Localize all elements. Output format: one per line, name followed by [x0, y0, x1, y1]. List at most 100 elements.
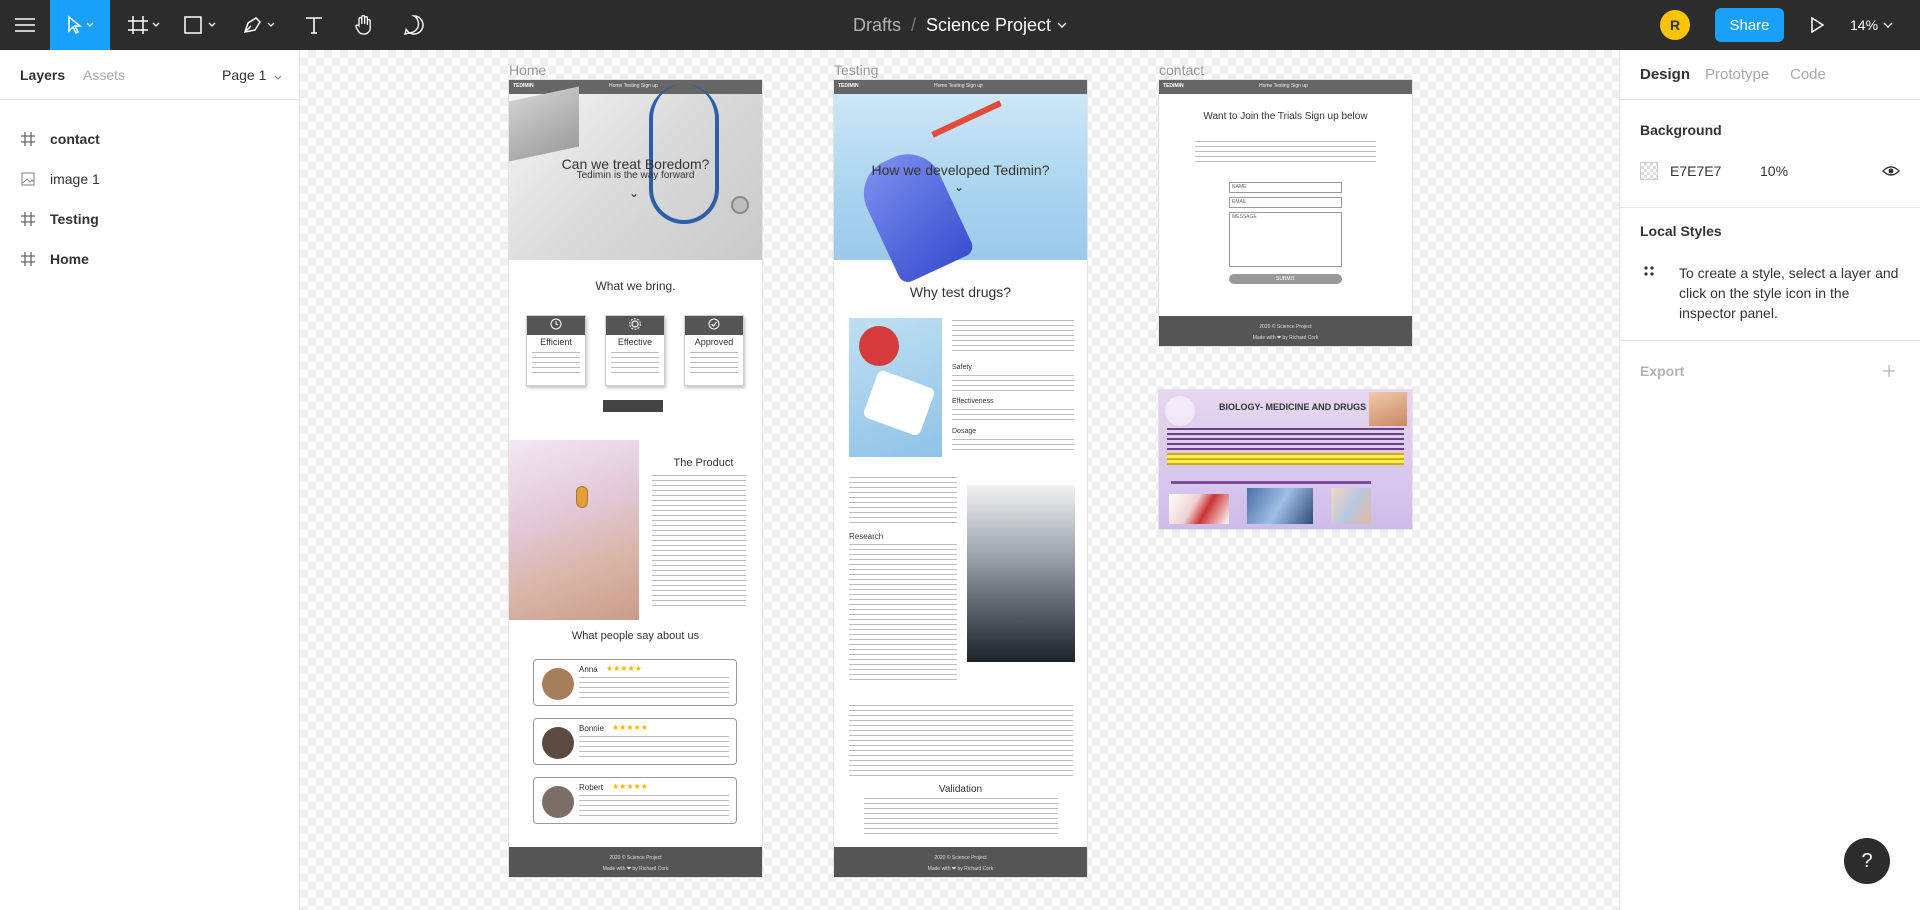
image-1[interactable]: BIOLOGY- MEDICINE AND DRUGS	[1159, 390, 1412, 529]
feature-card-effective: Effective	[605, 315, 665, 386]
frame-icon	[18, 132, 38, 146]
tab-design[interactable]: Design	[1640, 66, 1690, 83]
design-canvas[interactable]: Home TEDIMIN Home Testing Sign up Can we…	[300, 50, 1619, 910]
hero-subtitle: Tedimin is the way forward	[576, 170, 695, 181]
frame-label-testing[interactable]: Testing	[834, 62, 878, 78]
chevron-down-icon[interactable]	[1057, 21, 1067, 29]
validation-title: Validation	[938, 784, 983, 795]
tab-assets[interactable]: Assets	[83, 67, 125, 83]
hamburger-icon	[15, 17, 35, 33]
product-description	[652, 475, 746, 607]
tab-prototype[interactable]: Prototype	[1705, 66, 1769, 83]
text-tool-button[interactable]	[296, 0, 332, 50]
subhead-safety: Safety	[952, 364, 972, 371]
zoom-dropdown[interactable]: 14%	[1850, 0, 1893, 50]
background-opacity-input[interactable]: 10%	[1760, 163, 1788, 179]
breadcrumb: Drafts / Science Project	[0, 0, 1920, 50]
page-selector-label: Page 1	[222, 67, 267, 83]
frame-tool-button[interactable]	[122, 0, 166, 50]
file-title[interactable]: Science Project	[926, 15, 1051, 36]
review-name: Anna	[579, 665, 598, 674]
layer-testing[interactable]: Testing	[0, 199, 300, 239]
site-nav-links: Home Testing Sign up	[1259, 83, 1308, 89]
present-button[interactable]	[1800, 0, 1834, 50]
site-navbar: TEDIMIN Home Testing Sign up	[509, 80, 762, 94]
comment-tool-button[interactable]	[396, 0, 432, 50]
shape-tool-button[interactable]	[178, 0, 222, 50]
bubble-shape	[1165, 396, 1195, 426]
background-color-swatch[interactable]	[1640, 162, 1658, 180]
share-button[interactable]: Share	[1715, 8, 1784, 42]
avatar	[542, 727, 574, 759]
product-title: The Product	[673, 457, 734, 469]
pen-tool-icon	[242, 15, 276, 35]
style-icon	[1642, 264, 1656, 283]
double-chevron-down-icon: ⌄	[954, 180, 965, 194]
site-brand: TEDIMIN	[838, 83, 859, 89]
review-card: Bonnie ★★★★★	[533, 718, 737, 765]
breadcrumb-drafts[interactable]: Drafts	[853, 15, 901, 36]
validation-paragraph	[864, 798, 1058, 838]
frame-tool-icon	[127, 15, 161, 35]
background-section-title: Background	[1640, 122, 1722, 138]
submit-button: SUBMIT	[1229, 274, 1342, 284]
hand-tool-button[interactable]	[346, 0, 382, 50]
gear-icon	[629, 317, 641, 335]
message-field: MESSAGE	[1229, 212, 1342, 267]
layer-home[interactable]: Home	[0, 239, 300, 279]
layer-contact[interactable]: contact	[0, 119, 300, 159]
eye-icon[interactable]	[1882, 164, 1900, 183]
site-brand: TEDIMIN	[513, 83, 534, 89]
feature-title: Effective	[617, 337, 653, 347]
hero-title: How we developed Tedimin?	[871, 162, 1050, 178]
review-stars: ★★★★★	[606, 664, 642, 673]
email-field: EMAIL	[1229, 197, 1342, 208]
background-hex-input[interactable]: E7E7E7	[1670, 163, 1721, 179]
stethoscope-shape	[649, 84, 719, 224]
add-export-icon[interactable]	[1882, 364, 1896, 383]
hand-tool-icon	[353, 14, 375, 36]
footer-credit: Made with ❤ by Richard Cork	[927, 866, 994, 872]
site-navbar: TEDIMIN Home Testing Sign up	[1159, 80, 1412, 94]
laptop-shape	[509, 86, 579, 162]
avatar	[542, 668, 574, 700]
frame-label-contact[interactable]: contact	[1159, 62, 1204, 78]
help-button[interactable]: ?	[1844, 838, 1890, 884]
layers-panel: Layers Assets Page 1 contact image 1 Tes…	[0, 50, 300, 910]
frame-testing[interactable]: TEDIMIN Home Testing Sign up How we deve…	[834, 80, 1087, 877]
footer-credit: Made with ❤ by Richard Cork	[602, 866, 669, 872]
local-styles-hint: To create a style, select a layer and cl…	[1679, 265, 1899, 321]
research-title: Research	[849, 532, 884, 541]
text-tool-icon	[304, 15, 324, 35]
footer-copyright: 2020 © Science Project	[934, 855, 987, 861]
left-panel-tabs: Layers Assets Page 1	[0, 50, 299, 100]
syringe-shape	[931, 100, 1002, 138]
petri-dish-shape	[859, 326, 899, 366]
pen-tool-button[interactable]	[232, 0, 286, 50]
review-card: Anna ★★★★★	[533, 659, 737, 706]
review-stars: ★★★★★	[612, 782, 648, 791]
frame-icon	[18, 212, 38, 226]
why-paragraph	[952, 320, 1074, 354]
subhead-dosage: Dosage	[952, 428, 977, 435]
page-selector[interactable]: Page 1	[222, 67, 282, 84]
tab-layers[interactable]: Layers	[20, 67, 65, 83]
frame-contact[interactable]: TEDIMIN Home Testing Sign up Want to Joi…	[1159, 80, 1412, 346]
review-card: Robert ★★★★★	[533, 777, 737, 824]
frame-label-home[interactable]: Home	[509, 62, 546, 78]
review-stars: ★★★★★	[612, 723, 648, 732]
top-toolbar: Drafts / Science Project R Share 14%	[0, 0, 1920, 50]
frame-home[interactable]: TEDIMIN Home Testing Sign up Can we trea…	[509, 80, 762, 877]
chevron-down-icon	[274, 68, 282, 84]
layer-image-1[interactable]: image 1	[0, 159, 300, 199]
tab-code[interactable]: Code	[1790, 66, 1826, 83]
move-tool-icon	[65, 15, 95, 35]
site-brand: TEDIMIN	[1163, 83, 1184, 89]
face-mask-shape	[862, 369, 936, 437]
user-avatar[interactable]: R	[1660, 10, 1690, 40]
capsule-shape	[576, 486, 588, 508]
main-menu-button[interactable]	[0, 0, 50, 50]
export-section-title: Export	[1640, 363, 1685, 379]
move-tool-button[interactable]	[50, 0, 110, 50]
child-photo	[1369, 392, 1407, 426]
